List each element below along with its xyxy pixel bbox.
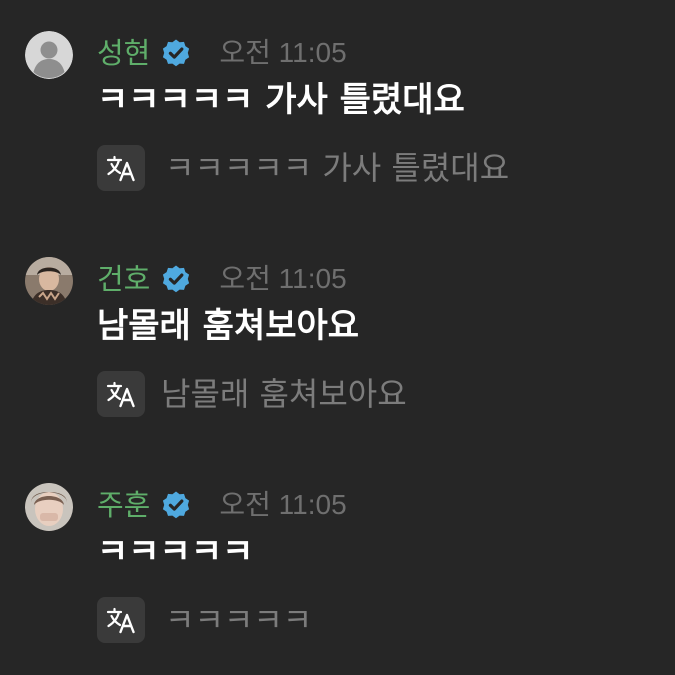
timestamp: 오전 11:05 <box>219 489 347 520</box>
translation-row: 남몰래 훔쳐보아요 <box>97 371 407 417</box>
chat-feed: 성현 오전 11:05 ㅋㅋㅋㅋㅋ 가사 틀렸대요 ㅋㅋㅋㅋㅋ 가사 틀렸대요 <box>0 0 675 675</box>
user-avatar[interactable] <box>25 257 73 305</box>
message-header: 건호 오전 11:05 <box>97 259 347 299</box>
username[interactable]: 건호 <box>97 259 150 299</box>
default-avatar-icon[interactable] <box>25 31 73 79</box>
translation-row: ㅋㅋㅋㅋㅋ <box>97 597 312 643</box>
message-text: ㅋㅋㅋㅋㅋ 가사 틀렸대요 <box>97 80 465 120</box>
message-text: ㅋㅋㅋㅋㅋ <box>97 532 254 572</box>
message-text: 남몰래 훔쳐보아요 <box>97 306 360 346</box>
verified-badge-icon <box>161 38 191 68</box>
message-header: 주훈 오전 11:05 <box>97 485 347 525</box>
verified-badge-icon <box>161 264 191 294</box>
translate-icon[interactable] <box>97 371 145 417</box>
user-avatar[interactable] <box>25 483 73 531</box>
chat-message: 건호 오전 11:05 남몰래 훔쳐보아요 남몰래 훔쳐보아요 <box>0 257 675 437</box>
chat-message: 주훈 오전 11:05 ㅋㅋㅋㅋㅋ ㅋㅋㅋㅋㅋ <box>0 483 675 663</box>
translated-text: ㅋㅋㅋㅋㅋ <box>165 601 313 639</box>
chat-message: 성현 오전 11:05 ㅋㅋㅋㅋㅋ 가사 틀렸대요 ㅋㅋㅋㅋㅋ 가사 틀렸대요 <box>0 31 675 211</box>
timestamp: 오전 11:05 <box>219 263 347 294</box>
translated-text: ㅋㅋㅋㅋㅋ 가사 틀렸대요 <box>165 149 510 187</box>
message-header: 성현 오전 11:05 <box>97 33 347 73</box>
username[interactable]: 성현 <box>97 33 150 73</box>
verified-badge-icon <box>161 490 191 520</box>
username[interactable]: 주훈 <box>97 485 150 525</box>
translate-icon[interactable] <box>97 597 145 643</box>
translation-row: ㅋㅋㅋㅋㅋ 가사 틀렸대요 <box>97 145 509 191</box>
translated-text: 남몰래 훔쳐보아요 <box>161 375 407 413</box>
timestamp: 오전 11:05 <box>219 37 347 68</box>
translate-icon[interactable] <box>97 145 145 191</box>
